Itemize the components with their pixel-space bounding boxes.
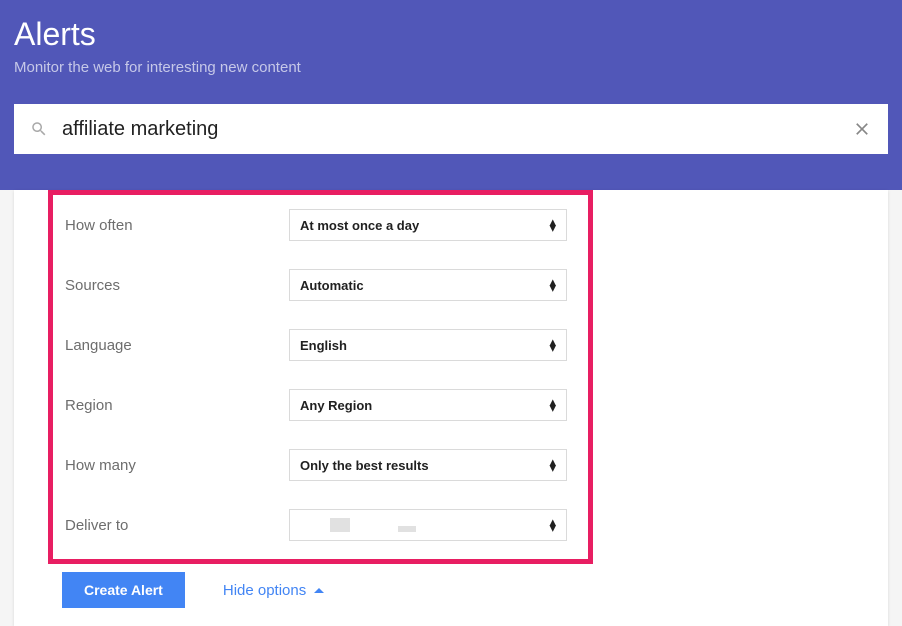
option-row-sources: Sources Automatic ▴▾: [63, 269, 578, 301]
deliver-to-label: Deliver to: [63, 517, 289, 534]
language-value: English: [300, 338, 347, 353]
option-row-deliver-to: Deliver to ▴▾: [63, 509, 578, 541]
sources-value: Automatic: [300, 278, 364, 293]
sort-icon: ▴▾: [549, 219, 556, 232]
how-many-select[interactable]: Only the best results ▴▾: [289, 449, 567, 481]
sort-icon: ▴▾: [549, 459, 556, 472]
search-container[interactable]: [14, 104, 888, 154]
hide-options-link[interactable]: Hide options: [223, 582, 324, 599]
language-label: Language: [63, 337, 289, 354]
clear-icon[interactable]: [852, 119, 872, 139]
how-often-label: How often: [63, 217, 289, 234]
search-icon: [30, 120, 48, 138]
option-row-how-often: How often At most once a day ▴▾: [63, 209, 578, 241]
option-row-how-many: How many Only the best results ▴▾: [63, 449, 578, 481]
deliver-to-select[interactable]: ▴▾: [289, 509, 567, 541]
create-alert-button[interactable]: Create Alert: [62, 572, 185, 608]
region-select[interactable]: Any Region ▴▾: [289, 389, 567, 421]
sort-icon: ▴▾: [549, 519, 556, 532]
region-label: Region: [63, 397, 289, 414]
sort-icon: ▴▾: [549, 399, 556, 412]
options-panel: How often At most once a day ▴▾ Sources …: [48, 190, 593, 564]
page-subtitle: Monitor the web for interesting new cont…: [14, 59, 888, 76]
how-often-value: At most once a day: [300, 218, 419, 233]
page-title: Alerts: [14, 16, 888, 53]
option-row-region: Region Any Region ▴▾: [63, 389, 578, 421]
how-many-value: Only the best results: [300, 458, 429, 473]
options-card: How often At most once a day ▴▾ Sources …: [14, 190, 888, 626]
region-value: Any Region: [300, 398, 372, 413]
language-select[interactable]: English ▴▾: [289, 329, 567, 361]
how-many-label: How many: [63, 457, 289, 474]
caret-up-icon: [314, 588, 324, 593]
how-often-select[interactable]: At most once a day ▴▾: [289, 209, 567, 241]
header: Alerts Monitor the web for interesting n…: [0, 0, 902, 190]
option-row-language: Language English ▴▾: [63, 329, 578, 361]
search-input[interactable]: [62, 118, 852, 141]
hide-options-label: Hide options: [223, 582, 306, 599]
actions-row: Create Alert Hide options: [14, 572, 888, 608]
sort-icon: ▴▾: [549, 339, 556, 352]
sources-select[interactable]: Automatic ▴▾: [289, 269, 567, 301]
sources-label: Sources: [63, 277, 289, 294]
deliver-to-value: [300, 518, 416, 532]
sort-icon: ▴▾: [549, 279, 556, 292]
